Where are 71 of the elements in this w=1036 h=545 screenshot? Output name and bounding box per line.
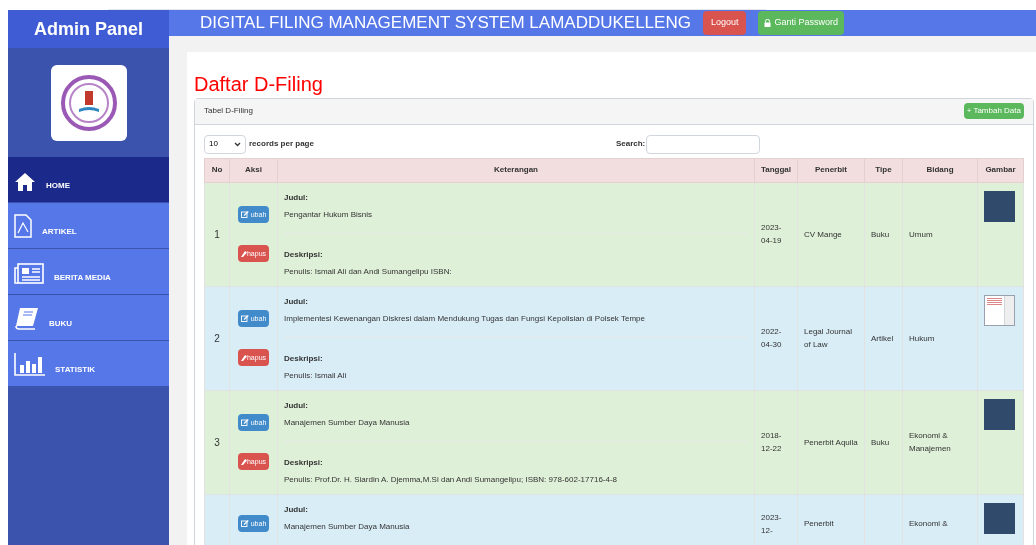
home-icon — [14, 172, 36, 192]
page-title: Daftar D-Filing — [194, 71, 324, 97]
eraser-icon — [240, 458, 247, 465]
description-text: Penulis: Prof.Dr. H. Siardin A. Djemma,M.Si dan Andi Sumangelipu; ISBN: 978-602-17716-4-8 — [284, 473, 619, 486]
edit-icon — [240, 315, 249, 322]
sidebar-item[interactable]: BUKU — [8, 295, 169, 341]
add-data-button[interactable]: + Tambah Data — [963, 103, 1024, 119]
column-header[interactable]: Penerbit — [797, 158, 865, 182]
lock-icon — [764, 18, 772, 27]
edit-icon — [240, 211, 249, 218]
cover-placeholder — [984, 190, 1015, 222]
description-text: Penulis: Ismail Ali dan Andi Sumangelipu ISBN: — [284, 265, 453, 278]
cover-placeholder — [984, 398, 1015, 430]
column-header[interactable]: Gambar — [977, 158, 1024, 182]
date-cell: 2023-04-19 — [754, 182, 798, 286]
app-title: DIGITAL FILING MANAGEMENT SYSTEM LAMADDUKELLENG — [200, 12, 691, 34]
column-header[interactable]: Bidang — [902, 158, 978, 182]
date-cell: 2018-12-22 — [754, 390, 798, 494]
column-header[interactable]: Aksi — [229, 158, 278, 182]
description-label: Deskripsi: — [284, 248, 324, 261]
eraser-icon — [240, 354, 247, 361]
sidebar-item[interactable]: ARTIKEL — [8, 203, 169, 249]
date-cell: 2022-04-30 — [754, 286, 798, 390]
column-header[interactable]: Keterangan — [277, 158, 755, 182]
search-label: Search: — [615, 138, 646, 150]
field-cell: Ekonomi & Manajemen — [902, 390, 978, 494]
column-header[interactable]: Tanggal — [754, 158, 798, 182]
cover-placeholder — [984, 502, 1015, 534]
page-size-label: records per page — [249, 138, 314, 150]
title-text: Manajemen Sumber Daya Manusia — [284, 520, 411, 533]
row-number: 1 — [204, 182, 230, 286]
column-header[interactable]: No — [204, 158, 230, 182]
description-text: Penulis: Ismail Ali — [284, 369, 348, 382]
logout-button[interactable]: Logout — [702, 11, 747, 35]
eraser-icon — [240, 250, 247, 257]
row-number: 2 — [204, 286, 230, 390]
type-cell: Artikel — [864, 286, 903, 390]
description-label: Deskripsi: — [284, 352, 324, 365]
field-cell: Hukum — [902, 286, 978, 390]
panel-title: Tabel D-Filing — [204, 105, 253, 117]
bar-chart-icon — [14, 353, 45, 376]
chevron-icon — [234, 141, 241, 147]
change-password-button[interactable]: Ganti Password — [758, 11, 844, 35]
sidebar-item[interactable]: HOME — [8, 157, 169, 203]
row-number: 3 — [204, 390, 230, 494]
edit-icon — [240, 520, 249, 527]
sidebar-item[interactable]: BERITA MEDIA — [8, 249, 169, 295]
description-label: Deskripsi: — [284, 456, 324, 469]
title-label: Judul: — [284, 191, 309, 204]
book-icon — [14, 307, 39, 330]
column-header[interactable]: Tipe — [864, 158, 903, 182]
type-cell: Buku — [864, 390, 903, 494]
sidebar-title: Admin Panel — [8, 10, 169, 48]
page-size-select[interactable]: 10 — [204, 134, 246, 154]
title-label: Judul: — [284, 399, 309, 412]
publisher-cell: Legal Journal of Law — [797, 286, 865, 390]
type-cell: Buku — [864, 182, 903, 286]
title-text: Manajemen Sumber Daya Manusia — [284, 416, 411, 429]
title-label: Judul: — [284, 503, 309, 516]
document-icon — [14, 214, 32, 238]
document-preview — [984, 294, 1015, 326]
edit-icon — [240, 419, 249, 426]
title-text: Pengantar Hukum Bisnis — [284, 208, 374, 221]
title-label: Judul: — [284, 295, 309, 308]
search-field[interactable] — [646, 134, 761, 154]
publisher-cell: Penerbit Aquila — [797, 390, 865, 494]
newspaper-icon — [14, 263, 44, 284]
publisher-cell: CV Mange — [797, 182, 865, 286]
title-text: Implementesi Kewenangan Diskresi dalam Mendukung Tugas dan Fungsi Kepolisian di Polsek Tempe — [284, 312, 646, 325]
sidebar-item[interactable]: STATISTIK — [8, 341, 169, 387]
field-cell: Umum — [902, 182, 978, 286]
